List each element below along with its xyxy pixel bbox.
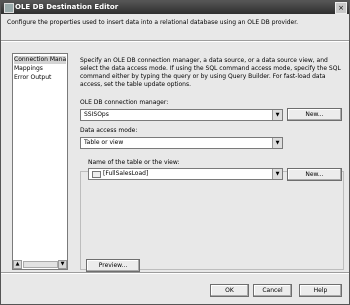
data-access-mode-select[interactable]: Table or view ▼ (80, 137, 283, 149)
cancel-button[interactable]: Cancel (253, 284, 292, 297)
connection-manager-select[interactable]: SSISOps ▼ (80, 109, 283, 121)
header-divider (1, 40, 349, 42)
table-name-label: Name of the table or the view: (88, 159, 180, 166)
scroll-right-button[interactable]: ▼ (58, 260, 67, 269)
new-table-button[interactable]: New... (287, 168, 342, 181)
table-icon (92, 171, 101, 178)
dialog-window: OLE DB Destination Editor × Configure th… (0, 0, 350, 305)
chevron-down-icon[interactable]: ▼ (272, 138, 282, 148)
scroll-left-button[interactable]: ▲ (13, 260, 22, 269)
table-name-select[interactable]: [FullSalesLoad] ▼ (88, 168, 283, 180)
window-title: OLE DB Destination Editor (15, 3, 119, 11)
app-icon (4, 3, 14, 13)
help-button[interactable]: Help (299, 284, 342, 297)
chevron-down-icon[interactable]: ▼ (272, 110, 282, 120)
preview-button[interactable]: Preview... (86, 259, 140, 272)
title-bar[interactable]: OLE DB Destination Editor × (1, 1, 349, 14)
new-connection-button[interactable]: New... (287, 108, 342, 121)
sidebar-item-mappings[interactable]: Mappings (14, 65, 66, 73)
intro-text: Specify an OLE DB connection manager, a … (80, 57, 341, 88)
connection-manager-value: SSISOps (84, 111, 109, 118)
sidebar-item-connection-manager[interactable]: Connection Manager (14, 56, 66, 64)
dialog-description: Configure the properties used to insert … (7, 19, 299, 26)
table-name-value: [FullSalesLoad] (103, 170, 149, 177)
footer-divider (1, 272, 349, 274)
data-access-mode-value: Table or view (84, 139, 124, 146)
table-view-group (80, 171, 344, 270)
connection-manager-label: OLE DB connection manager: (80, 99, 169, 106)
sidebar-list[interactable]: Connection Manager Mappings Error Output… (12, 53, 68, 270)
horizontal-scrollbar-thumb[interactable] (23, 261, 58, 268)
chevron-down-icon[interactable]: ▼ (272, 169, 282, 179)
close-button[interactable]: × (335, 2, 347, 14)
sidebar-item-error-output[interactable]: Error Output (14, 74, 66, 82)
ok-button[interactable]: OK (210, 284, 249, 297)
data-access-mode-label: Data access mode: (80, 127, 138, 134)
